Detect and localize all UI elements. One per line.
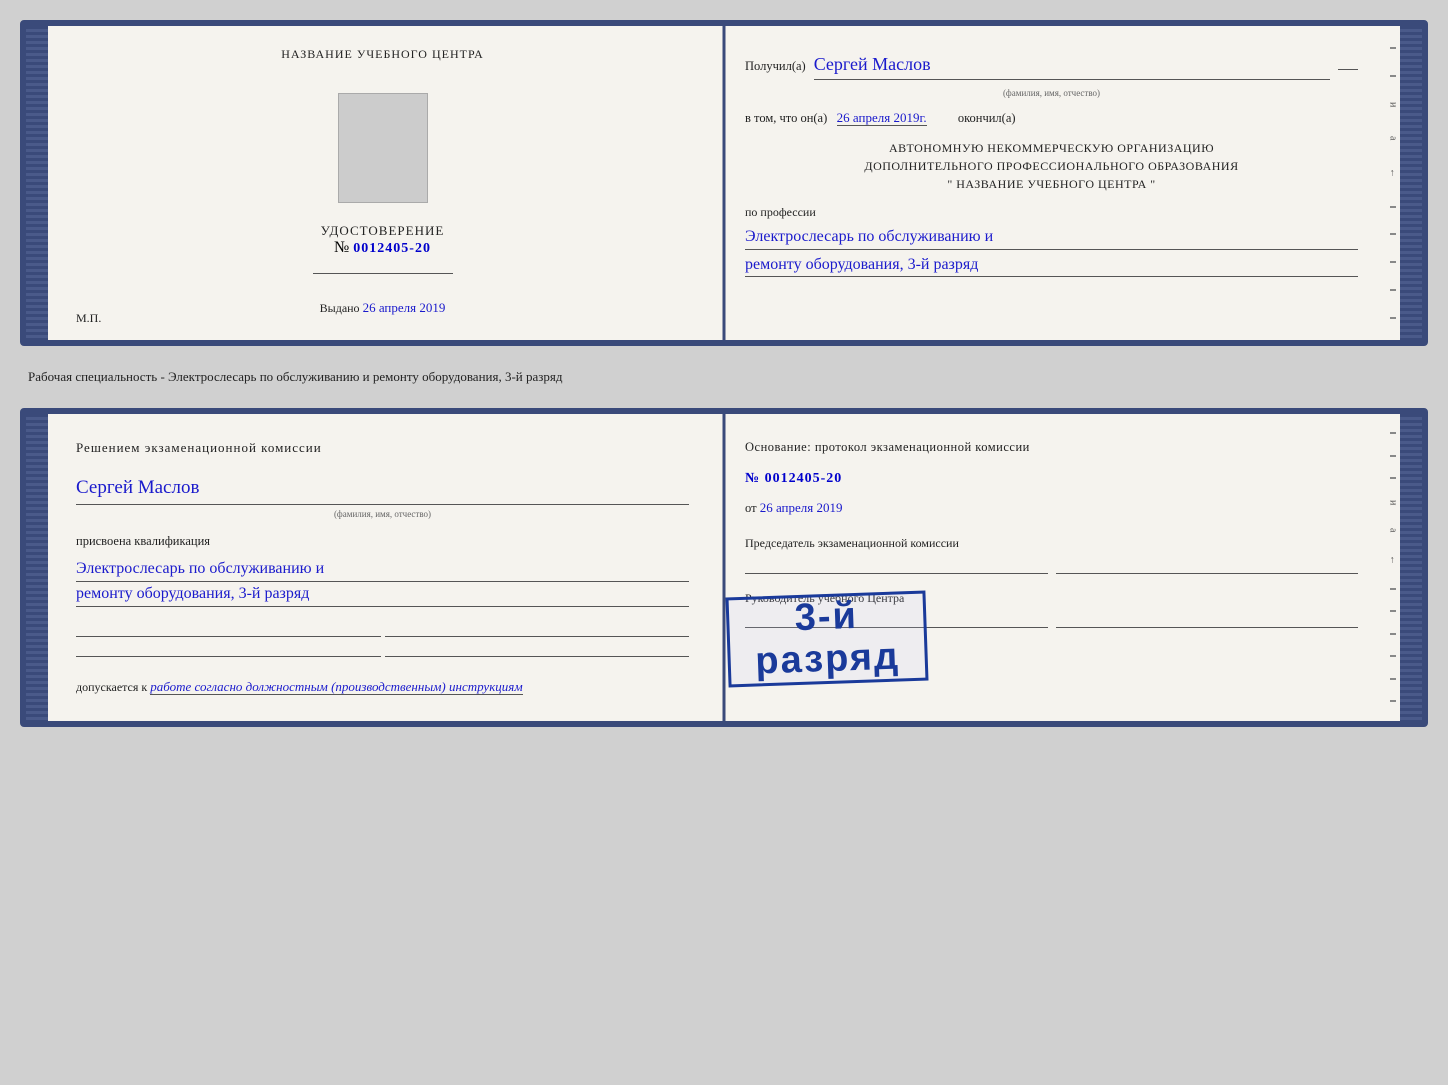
spine-dash [1390, 261, 1396, 263]
profession-line1-1: Электрослесарь по обслуживанию и [745, 226, 1358, 249]
finished-label: окончил(а) [958, 111, 1016, 125]
spine-dash [1390, 47, 1396, 49]
allows-value: работе согласно должностным (производств… [150, 679, 522, 695]
right-sig-line-1 [745, 560, 1048, 574]
card1-left-panel: НАЗВАНИЕ УЧЕБНОГО ЦЕНТРА УДОСТОВЕРЕНИЕ №… [48, 26, 717, 340]
spine-dash [1390, 588, 1396, 590]
stamp-block: 3-й разряд [725, 591, 928, 688]
profession-line2-2: ремонту оборудования, 3-й разряд [76, 582, 689, 607]
assigned-label: присвоена квалификация [76, 531, 689, 551]
spine-dash [1390, 75, 1396, 77]
recipient-line: Получил(а) Сергей Маслов [745, 50, 1358, 80]
spine-dash [1390, 317, 1396, 319]
stamp-text: 3-й разряд [729, 594, 926, 684]
doc-inner-2: Решением экзаменационной комиссии Сергей… [48, 414, 1400, 721]
right-spine-marks-1: и а ← [1386, 26, 1400, 340]
sig-row-2 [76, 643, 689, 657]
date-prefix: от [745, 501, 757, 515]
spine-dash [1390, 678, 1396, 680]
profession-line2-1: ремонту оборудования, 3-й разряд [745, 254, 1358, 277]
fio-sublabel-1: (фамилия, имя, отчество) [745, 86, 1358, 100]
in-that-line: в том, что он(а) 26 апреля 2019г. окончи… [745, 108, 1358, 129]
sig-line-1 [76, 623, 381, 637]
spine-dash [1390, 455, 1396, 457]
spine-dash [1390, 700, 1396, 702]
vert-text-и2: и [1388, 500, 1399, 507]
sig-row-1 [76, 623, 689, 637]
issued-date: 26 апреля 2019 [363, 300, 446, 315]
org-line1: АВТОНОМНУЮ НЕКОММЕРЧЕСКУЮ ОРГАНИЗАЦИЮ [745, 139, 1358, 157]
sig-line-4 [385, 643, 690, 657]
cert-number-prefix: № [334, 239, 349, 256]
chairman-label: Председатель экзаменационной комиссии [745, 535, 1358, 552]
dash-after-name [1338, 69, 1358, 70]
spine-left-1 [26, 26, 48, 340]
allows-line: допускается к работе согласно должностны… [76, 677, 689, 697]
org-line2: ДОПОЛНИТЕЛЬНОГО ПРОФЕССИОНАЛЬНОГО ОБРАЗО… [745, 157, 1358, 175]
card1-org-title: НАЗВАНИЕ УЧЕБНОГО ЦЕНТРА [281, 46, 484, 63]
mp-label: М.П. [76, 311, 101, 326]
cert-title-block: УДОСТОВЕРЕНИЕ № 0012405-20 [321, 223, 445, 257]
received-label: Получил(а) [745, 56, 806, 76]
right-sig-line-4 [1056, 614, 1359, 628]
protocol-number-line: № 0012405-20 [745, 467, 1358, 491]
date-handwritten-1: 26 апреля 2019г. [837, 110, 927, 126]
between-cards-text: Рабочая специальность - Электрослесарь п… [20, 364, 1428, 390]
signature-line-1 [313, 273, 453, 274]
profession-line1-2: Электрослесарь по обслуживанию и [76, 557, 689, 582]
spine-dash [1390, 432, 1396, 434]
right-sig-row-1 [745, 560, 1358, 574]
page-container: НАЗВАНИЕ УЧЕБНОГО ЦЕНТРА УДОСТОВЕРЕНИЕ №… [20, 20, 1428, 727]
vert-text-kl2: ← [1388, 555, 1399, 567]
spine-dash [1390, 610, 1396, 612]
name-handwritten-2: Сергей Маслов [76, 473, 689, 504]
card1-right-panel: Получил(а) Сергей Маслов (фамилия, имя, … [717, 26, 1386, 340]
spine-left-2 [26, 414, 48, 721]
spine-dash [1390, 477, 1396, 479]
certificate-card-2: Решением экзаменационной комиссии Сергей… [20, 408, 1428, 727]
basis-title: Основание: протокол экзаменационной коми… [745, 438, 1358, 457]
decision-title: Решением экзаменационной комиссии [76, 438, 689, 458]
cert-label: УДОСТОВЕРЕНИЕ [321, 223, 445, 239]
right-sig-area [745, 560, 1358, 574]
org-line3: " НАЗВАНИЕ УЧЕБНОГО ЦЕНТРА " [745, 175, 1358, 193]
sig-line-2 [385, 623, 690, 637]
profession-label-1: по профессии [745, 203, 1358, 222]
spine-dash [1390, 655, 1396, 657]
certificate-card-1: НАЗВАНИЕ УЧЕБНОГО ЦЕНТРА УДОСТОВЕРЕНИЕ №… [20, 20, 1428, 346]
spine-dash [1390, 206, 1396, 208]
spine-dash [1390, 289, 1396, 291]
chairman-text: Председатель экзаменационной комиссии [745, 536, 959, 550]
photo-placeholder [338, 93, 428, 203]
protocol-number: 0012405-20 [765, 471, 843, 486]
spine-right-1 [1400, 26, 1422, 340]
doc-inner-1: НАЗВАНИЕ УЧЕБНОГО ЦЕНТРА УДОСТОВЕРЕНИЕ №… [48, 26, 1400, 340]
card2-right-panel: Основание: протокол экзаменационной коми… [717, 414, 1386, 721]
right-sig-line-2 [1056, 560, 1359, 574]
number-prefix: № [745, 471, 760, 486]
protocol-date-val: 26 апреля 2019 [760, 500, 843, 515]
protocol-date-line: от 26 апреля 2019 [745, 497, 1358, 519]
recipient-name: Сергей Маслов [814, 50, 1330, 80]
org-block: АВТОНОМНУЮ НЕКОММЕРЧЕСКУЮ ОРГАНИЗАЦИЮ ДО… [745, 139, 1358, 193]
stamp-line1: 3-й разряд [755, 595, 901, 682]
fio-sublabel-2: (фамилия, имя, отчество) [76, 507, 689, 521]
issued-line: Выдано 26 апреля 2019 [320, 300, 446, 316]
sig-line-3 [76, 643, 381, 657]
spine-dash [1390, 233, 1396, 235]
right-spine-marks-2: и а ← [1386, 414, 1400, 721]
vert-text-и: и [1388, 102, 1399, 109]
issued-label: Выдано [320, 301, 360, 315]
allows-label: допускается к [76, 680, 147, 694]
vert-text-а2: а [1388, 528, 1399, 534]
in-that-label: в том, что он(а) [745, 111, 827, 125]
spine-right-2 [1400, 414, 1422, 721]
vert-text-kl: ← [1388, 168, 1399, 180]
cert-number-line: № 0012405-20 [321, 239, 445, 257]
spine-dash [1390, 633, 1396, 635]
vert-text-а: а [1388, 136, 1399, 142]
sig-lines-block [76, 623, 689, 657]
card2-left-panel: Решением экзаменационной комиссии Сергей… [48, 414, 717, 721]
cert-number: 0012405-20 [353, 241, 431, 256]
